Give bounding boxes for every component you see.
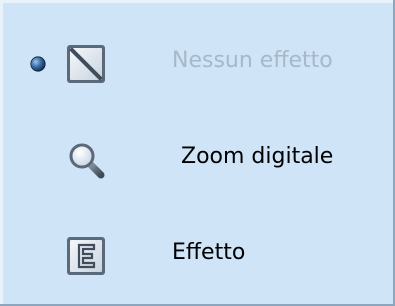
menu-item-label: Nessun effetto <box>172 48 333 73</box>
panel-highlight-top <box>0 0 393 3</box>
effect-menu-panel: Nessun effetto Zoom digitale Effetto <box>0 0 395 306</box>
menu-item-effect[interactable]: Effetto <box>0 208 393 304</box>
effect-icon <box>67 237 105 275</box>
menu-item-label: Effetto <box>172 240 246 265</box>
magnifier-icon <box>69 143 105 179</box>
menu-item-no-effect[interactable]: Nessun effetto <box>0 16 393 112</box>
menu-item-digital-zoom[interactable]: Zoom digitale <box>0 112 393 208</box>
no-effect-icon <box>67 45 105 83</box>
menu-item-label: Zoom digitale <box>181 144 334 169</box>
selected-indicator-icon <box>30 56 46 72</box>
